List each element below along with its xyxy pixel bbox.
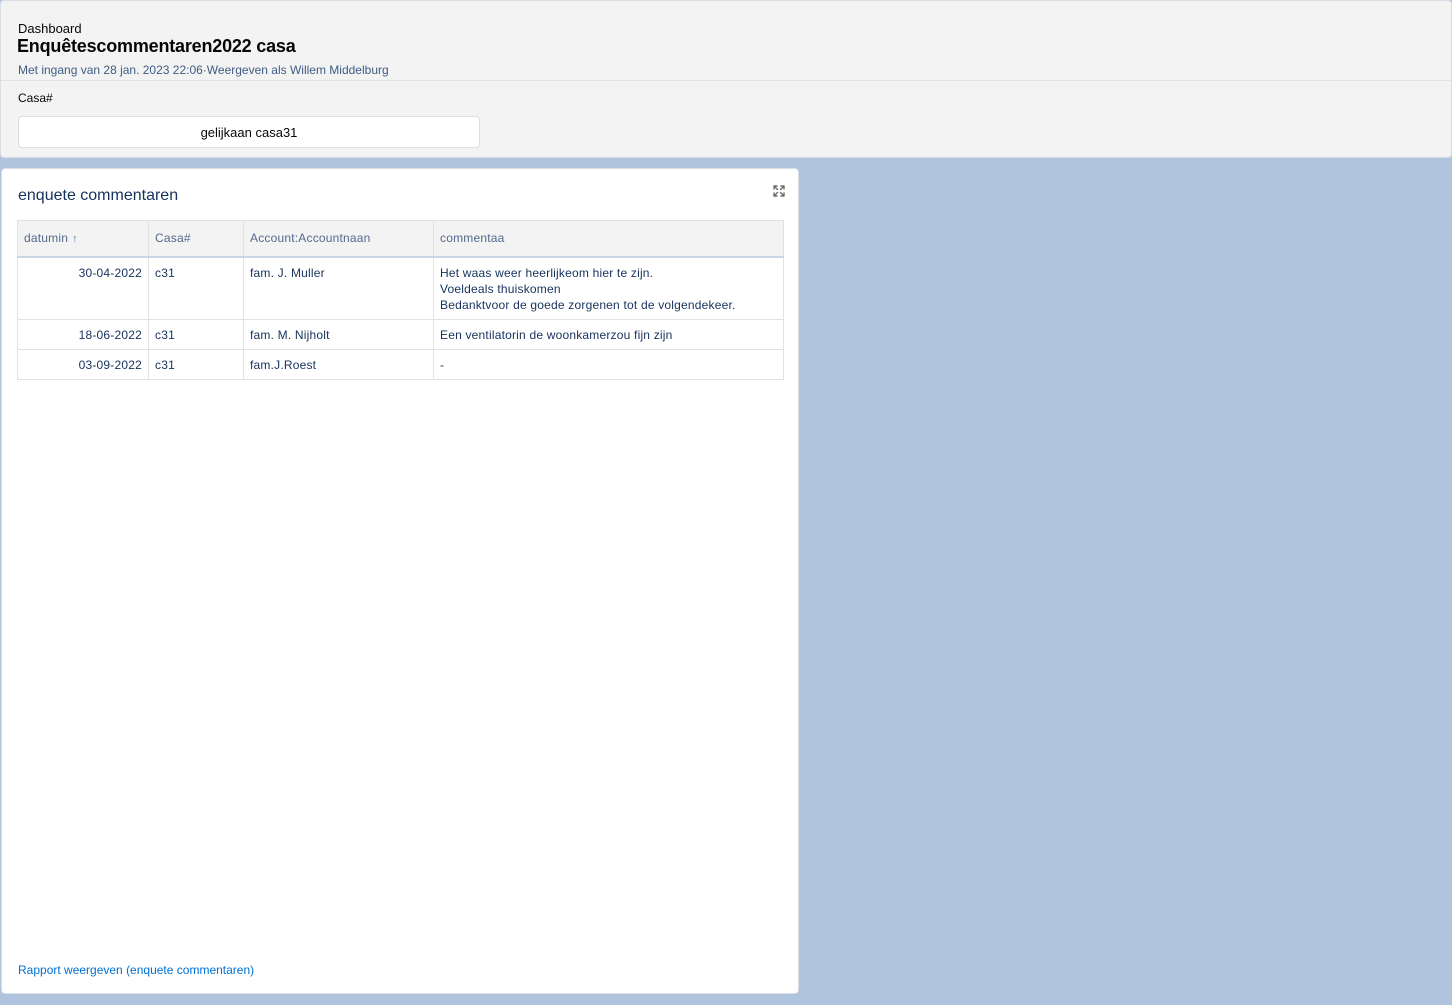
comment-line: Een ventilatorin de woonkamerzou fijn zi… <box>440 327 673 342</box>
cell-casa: c31 <box>148 256 244 320</box>
card-title: enquete commentaren <box>18 187 179 204</box>
sort-ascending-icon: ↑ <box>72 233 78 246</box>
account-link[interactable]: fam. J. Muller <box>243 256 434 320</box>
cell-casa: c31 <box>148 348 244 380</box>
cell-date: 30-04-2022 <box>17 256 149 320</box>
table-row: 18-06-2022 c31 fam. M. Nijholt Een venti… <box>17 318 784 350</box>
cell-comment: Een ventilatorin de woonkamerzou fijn zi… <box>433 318 784 350</box>
cell-date: 03-09-2022 <box>17 348 149 380</box>
expand-icon[interactable] <box>771 183 787 199</box>
comment-line: Het waas weer heerlijkeom hier te zijn. <box>440 265 654 280</box>
comment-line: Bedanktvoor de goede zorgenen tot de vol… <box>440 297 736 312</box>
column-header-account[interactable]: Account:Accountnaan <box>243 220 434 258</box>
account-link[interactable]: fam.J.Roest <box>243 348 434 380</box>
page-title: Enquêtescommentaren2022 casa <box>17 36 296 56</box>
view-report-link[interactable]: Rapport weergeven (enquete commentaren) <box>18 963 254 977</box>
breadcrumb[interactable]: Dashboard <box>18 21 82 36</box>
cell-comment: - <box>433 348 784 380</box>
comment-line: Voeldeals thuiskomen <box>440 281 561 296</box>
column-header-comment[interactable]: commentaa <box>433 220 784 258</box>
cell-comment: Het waas weer heerlijkeom hier te zijn. … <box>433 256 784 320</box>
casa-filter-button[interactable]: gelijkaan casa31 <box>18 116 480 148</box>
column-header-date[interactable]: datumin ↑ <box>17 220 149 258</box>
dashboard-header: Dashboard Enquêtescommentaren2022 casa M… <box>0 0 1452 158</box>
cell-date: 18-06-2022 <box>17 318 149 350</box>
table-header-row: datumin ↑ Casa# Account:Accountnaan comme… <box>17 220 784 258</box>
dashboard-subtitle: Met ingang van 28 jan. 2023 22:06·Weerge… <box>18 63 389 77</box>
comment-line: - <box>440 357 445 372</box>
filter-value: gelijkaan casa31 <box>200 124 298 140</box>
cell-casa: c31 <box>148 318 244 350</box>
table-row: 30-04-2022 c31 fam. J. Muller Het waas w… <box>17 256 784 320</box>
report-table: datumin ↑ Casa# Account:Accountnaan comme… <box>17 220 784 380</box>
filter-label: Casa# <box>18 91 53 105</box>
account-link[interactable]: fam. M. Nijholt <box>243 318 434 350</box>
header-divider <box>1 80 1451 81</box>
table-row: 03-09-2022 c31 fam.J.Roest - <box>17 348 784 380</box>
report-card: enquete commentaren datumin ↑ Casa# Acco… <box>1 168 799 994</box>
column-header-casa[interactable]: Casa# <box>148 220 244 258</box>
